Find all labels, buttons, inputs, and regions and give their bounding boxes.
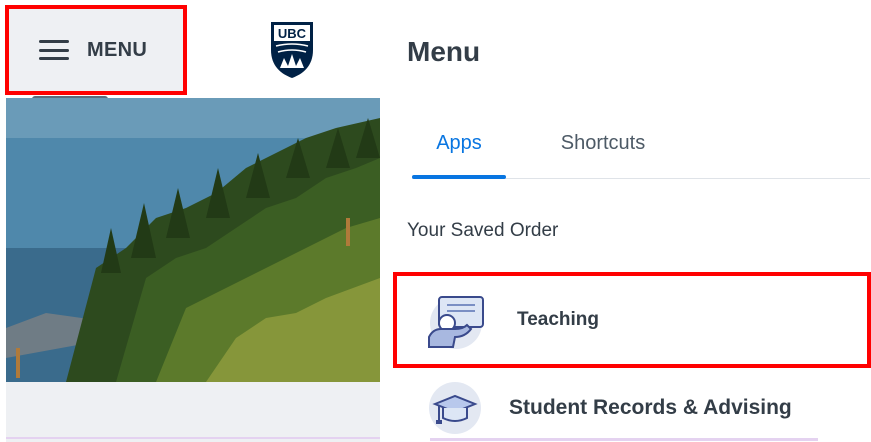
menu-item-teaching[interactable]: Teaching bbox=[393, 272, 871, 368]
tab-apps[interactable]: Apps bbox=[412, 108, 506, 179]
menu-item-label: Teaching bbox=[517, 309, 599, 330]
teaching-icon bbox=[428, 296, 484, 349]
campus-photo bbox=[6, 98, 380, 382]
graduation-cap-icon bbox=[429, 382, 481, 434]
menu-panel: Menu Apps Shortcuts Your Saved Order Tea… bbox=[380, 0, 871, 442]
menu-tabs: Apps Shortcuts bbox=[412, 108, 870, 179]
divider bbox=[6, 437, 380, 439]
menu-title: Menu bbox=[407, 36, 481, 67]
photo-caption-area bbox=[6, 382, 380, 442]
ubc-logo[interactable]: UBC bbox=[268, 20, 316, 80]
tab-shortcuts[interactable]: Shortcuts bbox=[532, 108, 674, 178]
ubc-logo-text: UBC bbox=[278, 26, 307, 41]
forest-illustration bbox=[6, 98, 380, 382]
saved-order-label: Your Saved Order bbox=[407, 220, 559, 241]
left-panel: MENU UBC bbox=[0, 0, 380, 442]
top-bar: MENU UBC bbox=[0, 0, 380, 98]
menu-item-label: Student Records & Advising bbox=[509, 396, 792, 419]
menu-item-student-records[interactable]: Student Records & Advising bbox=[393, 374, 871, 442]
menu-button[interactable]: MENU bbox=[5, 5, 187, 95]
divider bbox=[430, 438, 818, 441]
hamburger-icon bbox=[39, 40, 69, 60]
menu-button-label: MENU bbox=[87, 38, 148, 61]
